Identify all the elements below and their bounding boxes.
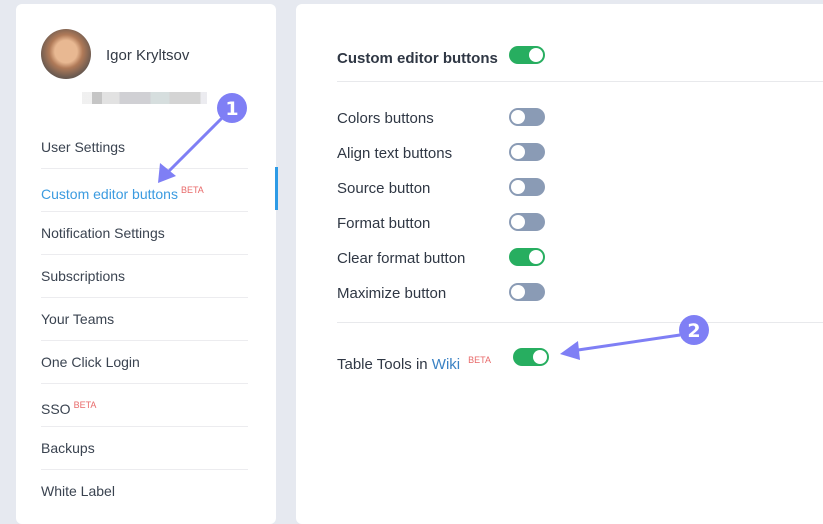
toggle-knob: [529, 48, 543, 62]
section-toggle[interactable]: [509, 46, 545, 64]
sidebar-item-your-teams[interactable]: Your Teams: [41, 298, 248, 341]
toggle-source-button[interactable]: [509, 178, 545, 196]
sidebar-item-label: Notification Settings: [41, 225, 165, 241]
sidebar-item-user-settings[interactable]: User Settings: [41, 126, 248, 169]
sidebar-item-label: Backups: [41, 440, 95, 456]
option-label: Source button: [337, 180, 431, 197]
active-indicator: [275, 167, 278, 210]
toggle-knob: [511, 285, 525, 299]
sidebar-card: Igor Kryltsov User Settings Custom edito…: [16, 4, 276, 524]
sidebar-item-custom-editor-buttons[interactable]: Custom editor buttons BETA: [41, 169, 248, 212]
section-title: Custom editor buttons: [337, 50, 498, 67]
sidebar-item-one-click-login[interactable]: One Click Login: [41, 341, 248, 384]
settings-panel: Custom editor buttons Colors buttons Ali…: [296, 4, 823, 524]
option-label: Align text buttons: [337, 145, 453, 162]
toggle-knob: [511, 215, 525, 229]
settings-nav: User Settings Custom editor buttons BETA …: [41, 126, 248, 512]
avatar[interactable]: [41, 29, 91, 79]
toggle-knob: [529, 250, 543, 264]
toggle-knob: [511, 180, 525, 194]
sidebar-item-label: One Click Login: [41, 354, 140, 370]
toggle-colors-buttons[interactable]: [509, 108, 545, 126]
sidebar-item-label: Custom editor buttons: [41, 186, 178, 202]
toggle-maximize-button[interactable]: [509, 283, 545, 301]
toggle-knob: [511, 110, 525, 124]
divider: [337, 81, 823, 82]
sidebar-item-label: Your Teams: [41, 311, 115, 327]
beta-badge: BETA: [180, 185, 204, 195]
email-redacted: [82, 92, 207, 104]
wiki-link[interactable]: Wiki: [432, 356, 460, 373]
option-label: Maximize button: [337, 285, 447, 302]
sidebar-item-label: Subscriptions: [41, 268, 126, 284]
table-tools-prefix: Table Tools in: [337, 356, 432, 373]
beta-badge: BETA: [73, 400, 97, 410]
sidebar-item-label: User Settings: [41, 139, 126, 155]
sidebar-item-notification-settings[interactable]: Notification Settings: [41, 212, 248, 255]
sidebar-item-label: SSO: [41, 401, 71, 417]
sidebar-item-backups[interactable]: Backups: [41, 427, 248, 470]
toggle-format-button[interactable]: [509, 213, 545, 231]
toggle-knob: [511, 145, 525, 159]
sidebar-item-sso[interactable]: SSO BETA: [41, 384, 248, 427]
toggle-table-tools[interactable]: [513, 348, 549, 366]
toggle-knob: [533, 350, 547, 364]
table-tools-label: Table Tools in Wiki BETA: [337, 350, 491, 373]
toggle-clear-format-button[interactable]: [509, 248, 545, 266]
beta-badge: BETA: [468, 355, 491, 365]
user-name: Igor Kryltsov: [106, 47, 190, 64]
toggle-align-text-buttons[interactable]: [509, 143, 545, 161]
sidebar-item-label: White Label: [41, 483, 115, 499]
divider: [337, 322, 823, 323]
option-label: Clear format button: [337, 250, 466, 267]
sidebar-item-subscriptions[interactable]: Subscriptions: [41, 255, 248, 298]
option-label: Format button: [337, 215, 431, 232]
option-label: Colors buttons: [337, 110, 434, 127]
